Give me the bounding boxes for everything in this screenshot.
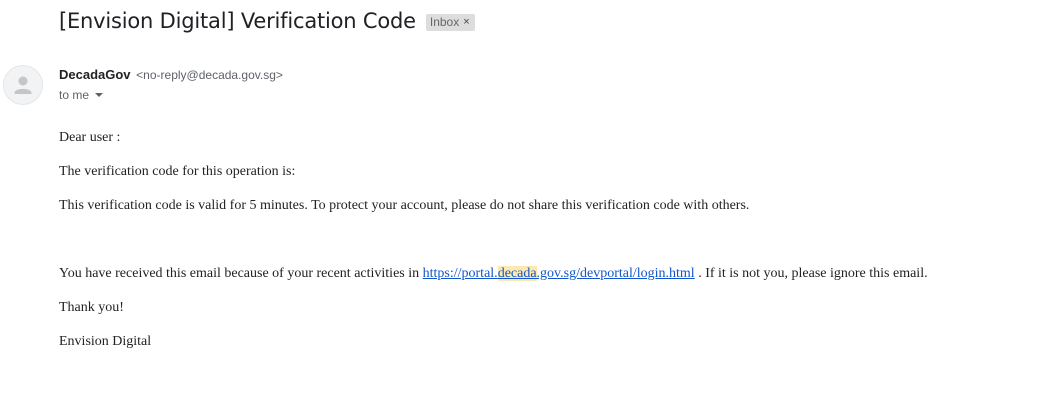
sender-row: DecadaGov <no-reply@decada.gov.sg> xyxy=(59,67,283,82)
link-part-before: https://portal. xyxy=(422,266,498,281)
recipient-row: to me xyxy=(59,88,104,102)
greeting-line: Dear user : xyxy=(59,130,121,145)
link-search-highlight: decada xyxy=(497,266,537,281)
sender-email: <no-reply@decada.gov.sg> xyxy=(136,68,283,82)
link-part-after: .gov.sg/devportal/login.html xyxy=(536,266,695,281)
verification-code-line: The verification code for this operation… xyxy=(59,164,296,179)
activity-line: You have received this email because of … xyxy=(59,265,928,299)
activity-suffix: . If it is not you, please ignore this e… xyxy=(694,266,928,281)
portal-login-link[interactable]: https://portal.decada.gov.sg/devportal/l… xyxy=(423,266,695,281)
recipient-text: to me xyxy=(59,88,90,102)
activity-prefix: You have received this email because of … xyxy=(59,266,423,281)
thanks-line: Thank you! xyxy=(59,300,124,315)
default-person-icon xyxy=(14,76,32,94)
sender-avatar[interactable] xyxy=(3,65,43,105)
validity-line: This verification code is valid for 5 mi… xyxy=(59,198,750,213)
sender-name[interactable]: DecadaGov xyxy=(59,67,131,82)
inbox-label-chip[interactable]: Inbox × xyxy=(425,13,475,31)
email-subject: [Envision Digital] Verification Code xyxy=(59,9,416,33)
close-icon[interactable]: × xyxy=(463,14,469,31)
subject-row: [Envision Digital] Verification Code Inb… xyxy=(59,9,475,33)
signature-line: Envision Digital xyxy=(59,334,152,349)
caret-down-icon[interactable] xyxy=(95,93,104,97)
email-body: Dear user : The verification code for th… xyxy=(59,129,928,367)
inbox-label-text: Inbox xyxy=(429,14,460,29)
